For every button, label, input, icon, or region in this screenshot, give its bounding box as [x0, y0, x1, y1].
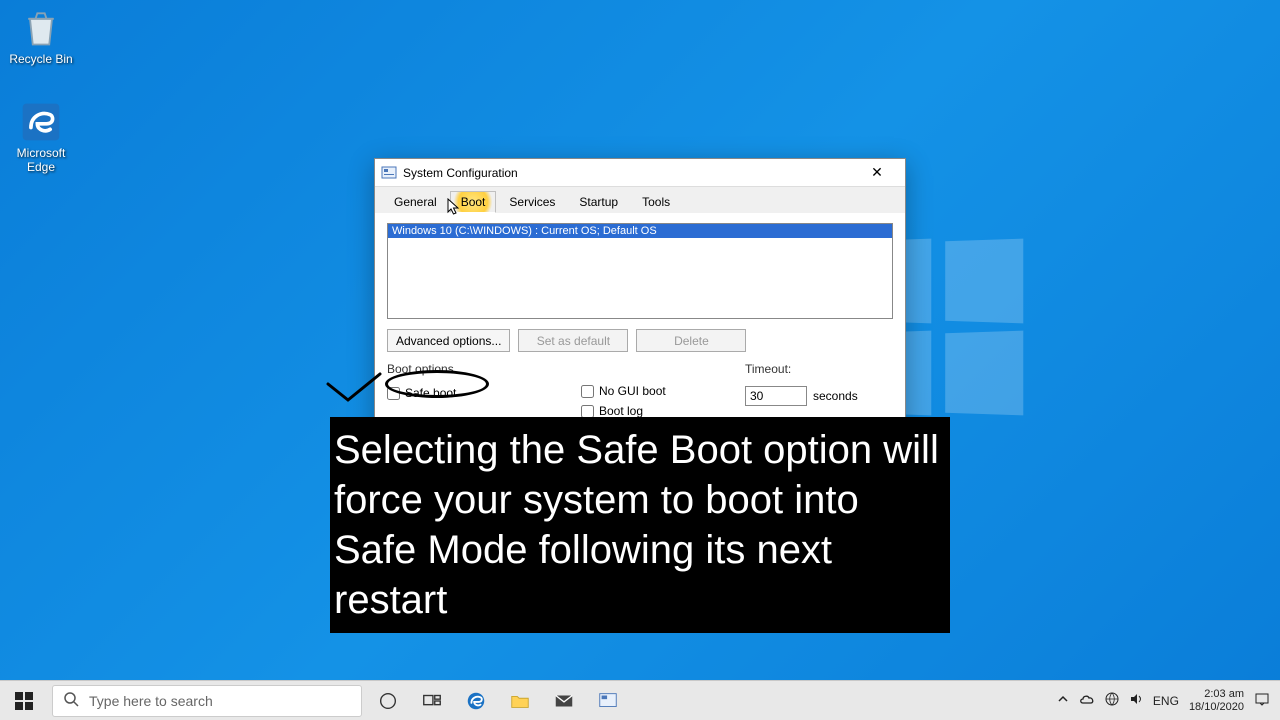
- task-view-icon: [421, 690, 443, 712]
- advanced-options-button[interactable]: Advanced options...: [387, 329, 510, 352]
- os-list[interactable]: Windows 10 (C:\WINDOWS) : Current OS; De…: [387, 223, 893, 319]
- msconfig-icon: [597, 690, 619, 712]
- clock-date: 18/10/2020: [1189, 701, 1244, 714]
- tab-boot[interactable]: Boot: [450, 191, 497, 213]
- instruction-caption: Selecting the Safe Boot option will forc…: [330, 417, 950, 633]
- taskbar-msconfig[interactable]: [586, 681, 630, 720]
- tab-startup[interactable]: Startup: [568, 191, 629, 213]
- taskbar-edge[interactable]: [454, 681, 498, 720]
- folder-icon: [509, 690, 531, 712]
- onedrive-icon[interactable]: [1079, 693, 1095, 708]
- system-tray: ENG 2:03 am 18/10/2020: [1047, 688, 1280, 714]
- boot-options-label: Boot options: [387, 362, 567, 376]
- boot-log-checkbox[interactable]: [581, 405, 594, 418]
- timeout-label: Timeout:: [745, 362, 893, 376]
- edge-desktop-icon[interactable]: Microsoft Edge: [4, 100, 78, 174]
- msconfig-icon: [381, 165, 397, 181]
- tray-chevron-up-icon[interactable]: [1057, 693, 1069, 708]
- tab-general[interactable]: General: [383, 191, 448, 213]
- set-default-button: Set as default: [518, 329, 628, 352]
- volume-icon[interactable]: [1129, 692, 1143, 709]
- boot-log-label: Boot log: [599, 404, 643, 418]
- delete-button: Delete: [636, 329, 746, 352]
- taskbar-explorer[interactable]: [498, 681, 542, 720]
- tab-tools[interactable]: Tools: [631, 191, 681, 213]
- clock-time: 2:03 am: [1204, 688, 1244, 701]
- task-view-button[interactable]: [410, 681, 454, 720]
- taskbar-clock[interactable]: 2:03 am 18/10/2020: [1189, 688, 1244, 714]
- os-list-item[interactable]: Windows 10 (C:\WINDOWS) : Current OS; De…: [388, 224, 892, 238]
- search-placeholder: Type here to search: [89, 693, 213, 709]
- recycle-bin-label: Recycle Bin: [9, 52, 72, 66]
- circle-icon: [377, 690, 399, 712]
- edge-icon: [19, 100, 63, 144]
- system-configuration-dialog: System Configuration ✕ General Boot Serv…: [374, 158, 906, 433]
- recycle-bin-icon: [19, 6, 63, 50]
- windows-logo-icon: [15, 692, 33, 710]
- dialog-tabs: General Boot Services Startup Tools: [375, 187, 905, 213]
- search-icon: [63, 691, 79, 710]
- taskbar-search[interactable]: Type here to search: [52, 685, 362, 717]
- no-gui-boot-label: No GUI boot: [599, 384, 666, 398]
- notifications-icon[interactable]: [1254, 692, 1270, 709]
- language-indicator[interactable]: ENG: [1153, 694, 1179, 708]
- close-button[interactable]: ✕: [855, 160, 899, 186]
- mail-icon: [553, 690, 575, 712]
- safe-boot-checkbox[interactable]: [387, 387, 400, 400]
- no-gui-boot-checkbox[interactable]: [581, 385, 594, 398]
- boot-log-row[interactable]: Boot log: [581, 404, 731, 418]
- cortana-button[interactable]: [366, 681, 410, 720]
- dialog-title: System Configuration: [403, 166, 518, 180]
- no-gui-boot-row[interactable]: No GUI boot: [581, 384, 731, 398]
- edge-icon: [465, 690, 487, 712]
- close-icon: ✕: [871, 164, 883, 181]
- timeout-unit: seconds: [813, 389, 858, 403]
- edge-label: Microsoft Edge: [4, 146, 78, 174]
- tab-services[interactable]: Services: [498, 191, 566, 213]
- safe-boot-row[interactable]: Safe boot: [387, 386, 567, 400]
- taskbar: Type here to search ENG 2:03 am 1: [0, 680, 1280, 720]
- start-button[interactable]: [0, 681, 48, 720]
- timeout-input[interactable]: [745, 386, 807, 406]
- taskbar-mail[interactable]: [542, 681, 586, 720]
- network-icon[interactable]: [1105, 692, 1119, 709]
- recycle-bin-desktop-icon[interactable]: Recycle Bin: [4, 6, 78, 66]
- dialog-titlebar[interactable]: System Configuration ✕: [375, 159, 905, 187]
- safe-boot-label: Safe boot: [405, 386, 456, 400]
